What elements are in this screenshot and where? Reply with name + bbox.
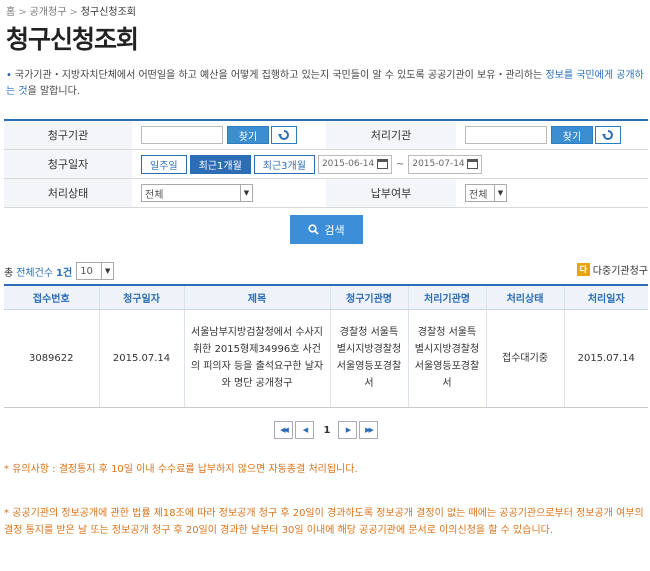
period-3month-button[interactable]: 최근3개월 [253, 154, 315, 174]
next-page-button[interactable]: ▶ [338, 421, 357, 439]
period-week-button[interactable]: 일주일 [141, 154, 187, 174]
form-row-date: 청구일자 일주일 최근1개월 최근3개월 2015-06-14 ~ 2015-0… [4, 150, 648, 179]
total-prefix: 총 [4, 267, 14, 279]
period-1month-button[interactable]: 최근1개월 [189, 154, 251, 174]
double-chevron-right-icon: ▶▶ [365, 426, 374, 434]
table-header-row: 접수번호 청구일자 제목 청구기관명 처리기관명 처리상태 처리일자 [4, 284, 648, 310]
request-org-input[interactable] [141, 126, 223, 144]
double-chevron-left-icon: ◀◀ [280, 426, 289, 434]
total-count: 1건 [56, 267, 73, 279]
chevron-down-icon: ▼ [494, 185, 506, 201]
process-org-find-button[interactable]: 찾기 [551, 126, 593, 144]
page-size-value: 10 [80, 265, 93, 277]
col-process-org: 처리기관명 [407, 284, 486, 310]
refresh-icon [602, 130, 613, 140]
search-button[interactable]: 검색 [290, 215, 363, 244]
multi-org-label: 다중기관청구 [592, 266, 648, 277]
breadcrumb-separator: > [18, 7, 27, 18]
calendar-icon[interactable] [467, 159, 479, 169]
multi-org-request-button[interactable]: 다 다중기관청구 [576, 262, 648, 277]
bullet-icon: • [6, 70, 12, 81]
date-from-input[interactable]: 2015-06-14 [317, 154, 392, 174]
search-icon [308, 224, 320, 235]
cell-title-link[interactable]: 서울남부지방검찰청에서 수사지휘한 2015형제34996호 사건의 피의자 등… [183, 309, 330, 408]
form-row-org: 청구기관 찾기 처리기관 찾기 [4, 121, 648, 150]
page-title: 청구신청조회 [6, 25, 139, 54]
payment-label: 납부여부 [326, 179, 456, 207]
form-row-status: 처리상태 전체 ▼ 납부여부 전체 ▼ [4, 179, 648, 208]
col-receipt-no: 접수번호 [4, 284, 99, 310]
process-org-input[interactable] [465, 126, 547, 144]
chevron-right-icon: ▶ [345, 426, 352, 434]
search-button-label: 검색 [324, 223, 345, 237]
process-org-label: 처리기관 [326, 121, 456, 149]
chevron-down-icon: ▼ [101, 263, 113, 279]
breadcrumb-home[interactable]: 홈 [6, 7, 15, 18]
status-label: 처리상태 [4, 179, 132, 207]
process-org-reset-button[interactable] [595, 126, 621, 144]
intro-body: 국가기관・지방자치단체에서 어떤일을 하고 예산을 어떻게 집행하고 있는지 국… [14, 70, 546, 81]
calendar-icon[interactable] [376, 159, 388, 169]
date-to-value: 2015-07-14 [412, 159, 465, 169]
status-field: 전체 ▼ [132, 179, 326, 207]
page-size-select[interactable]: 10 ▼ [76, 262, 115, 280]
date-to-input[interactable]: 2015-07-14 [408, 154, 483, 174]
col-request-org: 청구기관명 [329, 284, 408, 310]
notice-fee: * 유의사항 : 결정통지 후 10일 이내 수수료를 납부하지 않으면 자동종… [4, 464, 358, 475]
table-row[interactable]: 3089622 2015.07.14 서울남부지방검찰청에서 수사지휘한 201… [4, 309, 648, 408]
first-page-button[interactable]: ◀◀ [274, 421, 293, 439]
payment-select-value: 전체 [469, 189, 488, 201]
request-org-label: 청구기관 [4, 121, 132, 149]
cell-status: 접수대기중 [485, 309, 564, 408]
cell-request-date: 2015.07.14 [98, 309, 184, 408]
breadcrumb-current: 청구신청조회 [80, 7, 136, 18]
breadcrumb-separator: > [69, 7, 78, 18]
page-number-current[interactable]: 1 [316, 425, 338, 436]
request-org-field: 찾기 [132, 121, 326, 149]
intro-end: 을 말합니다. [27, 86, 80, 97]
col-title: 제목 [183, 284, 330, 310]
cell-process-date: 2015.07.14 [563, 309, 648, 408]
chevron-down-icon: ▼ [240, 185, 252, 201]
request-date-field: 일주일 최근1개월 최근3개월 2015-06-14 ~ 2015-07-14 [132, 150, 648, 178]
pagination: ◀◀ ◀ 1 ▶ ▶▶ [274, 421, 380, 439]
breadcrumb-level1[interactable]: 공개청구 [30, 7, 67, 18]
col-status: 처리상태 [485, 284, 564, 310]
col-request-date: 청구일자 [98, 284, 184, 310]
intro-text: • 국가기관・지방자치단체에서 어떤일을 하고 예산을 어떻게 집행하고 있는지 … [6, 68, 646, 100]
chevron-left-icon: ◀ [302, 426, 309, 434]
result-summary: 총 전체건수 1건 10 ▼ 다 다중기관청구 [4, 262, 648, 280]
refresh-icon [278, 130, 289, 140]
last-page-button[interactable]: ▶▶ [359, 421, 378, 439]
col-process-date: 처리일자 [563, 284, 648, 310]
date-from-value: 2015-06-14 [321, 159, 375, 169]
status-select[interactable]: 전체 ▼ [141, 184, 253, 202]
cell-receipt-no: 3089622 [4, 309, 99, 408]
search-form: 청구기관 찾기 처리기관 찾기 청구일자 일주일 최근1개월 최근3개월 201… [4, 119, 648, 208]
payment-field: 전체 ▼ [456, 179, 648, 207]
date-range-separator: ~ [395, 158, 405, 170]
prev-page-button[interactable]: ◀ [295, 421, 314, 439]
request-org-reset-button[interactable] [271, 126, 297, 144]
breadcrumb: 홈 > 공개청구 > 청구신청조회 [6, 3, 136, 18]
multi-org-icon: 다 [576, 263, 590, 276]
total-label: 전체건수 [16, 267, 54, 279]
notice-objection: * 공공기관의 정보공개에 관한 법률 제18조에 따라 정보공개 청구 후 2… [4, 508, 644, 536]
cell-process-org: 경찰청 서울특별시지방경찰청 서울영등포경찰서 [407, 309, 486, 408]
process-org-field: 찾기 [456, 121, 648, 149]
cell-request-org: 경찰청 서울특별시지방경찰청 서울영등포경찰서 [329, 309, 408, 408]
payment-select[interactable]: 전체 ▼ [465, 184, 507, 202]
request-date-label: 청구일자 [4, 150, 132, 178]
results-table: 접수번호 청구일자 제목 청구기관명 처리기관명 처리상태 처리일자 30896… [4, 284, 648, 408]
status-select-value: 전체 [145, 189, 164, 201]
request-org-find-button[interactable]: 찾기 [227, 126, 269, 144]
